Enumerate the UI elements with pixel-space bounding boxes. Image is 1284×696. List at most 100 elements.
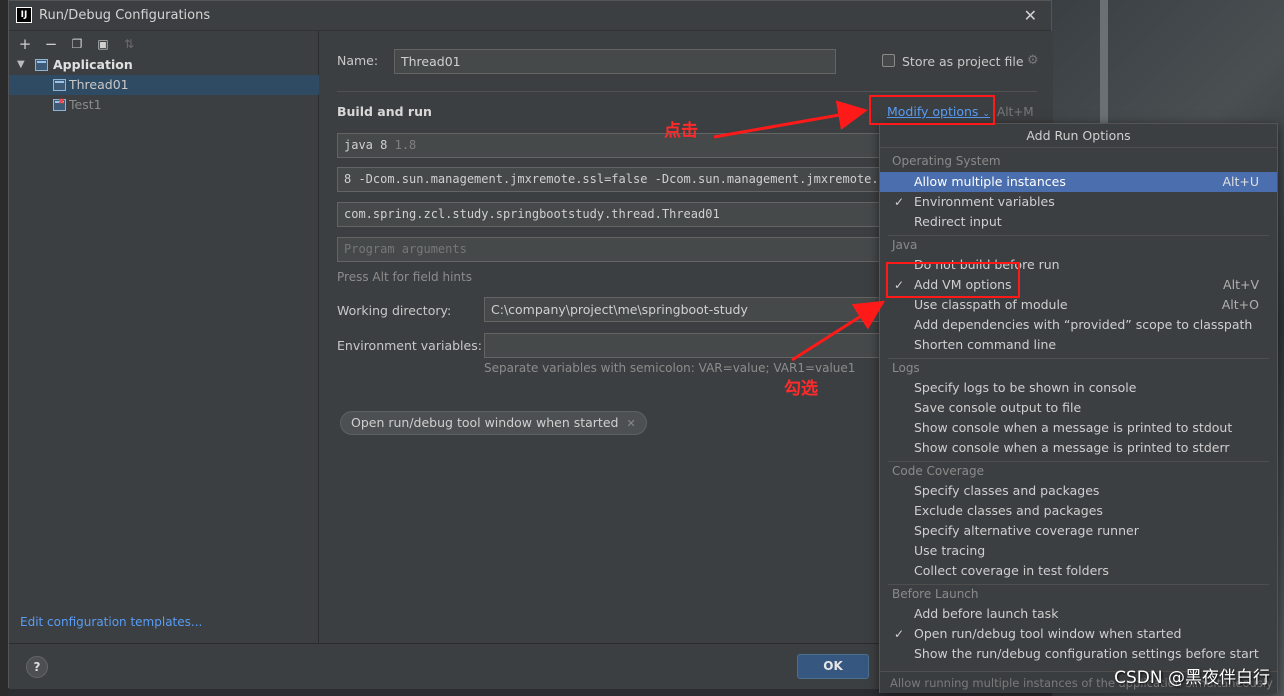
jre-value: java 8 — [344, 138, 388, 152]
option-allow-multiple-instances[interactable]: Allow multiple instances Alt+U — [880, 172, 1277, 192]
close-icon[interactable]: ✕ — [1024, 6, 1037, 25]
option-label: Save console output to file — [914, 400, 1082, 415]
option-label: Show console when a message is printed t… — [914, 420, 1233, 435]
group-code-coverage: Code Coverage — [892, 464, 985, 478]
store-project-label: Store as project file — [902, 54, 1024, 69]
intellij-app-icon: IJ — [16, 7, 32, 23]
tree-item-label: Test1 — [69, 97, 102, 112]
checkmark-icon: ✓ — [894, 627, 905, 641]
option-alternative-runner[interactable]: Specify alternative coverage runner — [880, 521, 1277, 541]
program-arguments-field[interactable]: Program arguments — [337, 237, 897, 262]
option-specify-classes[interactable]: Specify classes and packages — [880, 481, 1277, 501]
option-label: Exclude classes and packages — [914, 503, 1103, 518]
application-icon — [35, 59, 48, 71]
option-add-provided-dependencies[interactable]: Add dependencies with “provided” scope t… — [880, 315, 1277, 335]
ok-button[interactable]: OK — [797, 654, 869, 679]
environment-variables-field[interactable] — [484, 333, 897, 358]
option-specify-logs[interactable]: Specify logs to be shown in console — [880, 378, 1277, 398]
option-show-console-stderr[interactable]: Show console when a message is printed t… — [880, 438, 1277, 458]
sidebar-toolbar: + − ❐ ▣ ⇅ — [15, 33, 139, 55]
copy-icon[interactable]: ❐ — [67, 34, 87, 54]
option-label: Environment variables — [914, 194, 1055, 209]
group-java: Java — [892, 238, 918, 252]
build-run-heading: Build and run — [337, 104, 432, 119]
annotation-box-vm-options — [886, 262, 1020, 298]
chip-label: Open run/debug tool window when started — [351, 415, 619, 430]
edit-templates-link[interactable]: Edit configuration templates... — [20, 615, 202, 629]
tree-item-application[interactable]: ▼ Application — [9, 55, 319, 75]
option-shorten-command-line[interactable]: Shorten command line — [880, 335, 1277, 355]
option-shortcut: Alt+U — [1222, 174, 1259, 189]
option-label: Specify logs to be shown in console — [914, 380, 1137, 395]
option-label: Collect coverage in test folders — [914, 563, 1109, 578]
window-title: Run/Debug Configurations — [39, 8, 211, 23]
option-chip-open-tool-window[interactable]: Open run/debug tool window when started ✕ — [340, 411, 647, 435]
option-label: Use classpath of module — [914, 297, 1068, 312]
option-label: Add dependencies with “provided” scope t… — [914, 317, 1253, 332]
option-shortcut: Alt+O — [1221, 297, 1259, 312]
name-field[interactable]: Thread01 — [394, 49, 836, 74]
annotation-check-label: 勾选 — [784, 379, 818, 399]
option-label: Redirect input — [914, 214, 1002, 229]
option-redirect-input[interactable]: Redirect input — [880, 212, 1277, 232]
chevron-down-icon[interactable]: ▼ — [17, 55, 25, 75]
divider — [888, 235, 1269, 236]
option-open-tool-window[interactable]: ✓ Open run/debug tool window when starte… — [880, 624, 1277, 644]
application-config-icon — [53, 79, 66, 91]
group-operating-system: Operating System — [892, 154, 1001, 168]
option-label: Specify alternative coverage runner — [914, 523, 1139, 538]
help-button[interactable]: ? — [26, 656, 48, 678]
option-collect-coverage-tests[interactable]: Collect coverage in test folders — [880, 561, 1277, 581]
option-label: Add before launch task — [914, 606, 1059, 621]
main-class-field[interactable]: com.spring.zcl.study.springbootstudy.thr… — [337, 202, 897, 227]
background-editor-gutter — [0, 0, 8, 696]
jre-field[interactable]: java 8 1.8 — [337, 133, 897, 158]
add-run-options-popup: Add Run Options Operating System Allow m… — [879, 123, 1278, 693]
annotation-click-label: 点击 — [664, 121, 698, 141]
option-show-settings-before-start[interactable]: Show the run/debug configuration setting… — [880, 644, 1277, 664]
option-label: Shorten command line — [914, 337, 1057, 352]
sort-icon[interactable]: ⇅ — [119, 34, 139, 54]
option-add-before-launch-task[interactable]: Add before launch task — [880, 604, 1277, 624]
option-show-console-stdout[interactable]: Show console when a message is printed t… — [880, 418, 1277, 438]
tree-item-test1[interactable]: Test1 — [9, 92, 319, 115]
group-before-launch: Before Launch — [892, 587, 979, 601]
option-label: Show the run/debug configuration setting… — [914, 646, 1259, 661]
environment-variables-label: Environment variables: — [337, 338, 482, 353]
option-label: Allow multiple instances — [914, 174, 1066, 189]
environment-variables-hint: Separate variables with semicolon: VAR=v… — [484, 361, 856, 375]
tree-item-label: Thread01 — [69, 77, 129, 92]
option-use-classpath-of-module[interactable]: Use classpath of module Alt+O — [880, 295, 1277, 315]
option-label: Open run/debug tool window when started — [914, 626, 1182, 641]
divider — [888, 461, 1269, 462]
divider — [337, 91, 1037, 92]
configuration-sidebar: + − ❐ ▣ ⇅ ▼ Application Thread01 Test1 E… — [9, 31, 319, 643]
option-environment-variables[interactable]: ✓ Environment variables — [880, 192, 1277, 212]
tree-item-thread01[interactable]: Thread01 — [9, 75, 319, 95]
working-directory-field[interactable]: C:\company\project\me\springboot-study — [484, 297, 897, 322]
field-hints-text: Press Alt for field hints — [337, 270, 472, 284]
error-config-icon — [53, 92, 66, 112]
option-save-console-output[interactable]: Save console output to file — [880, 398, 1277, 418]
vm-options-field[interactable]: 8 -Dcom.sun.management.jmxremote.ssl=fal… — [337, 167, 897, 192]
remove-chip-icon[interactable]: ✕ — [626, 417, 635, 430]
modify-options-shortcut: Alt+M — [997, 105, 1034, 119]
name-label: Name: — [337, 53, 379, 68]
jre-version: 1.8 — [394, 138, 417, 152]
option-exclude-classes[interactable]: Exclude classes and packages — [880, 501, 1277, 521]
popup-title: Add Run Options — [880, 124, 1277, 148]
divider — [888, 584, 1269, 585]
remove-icon[interactable]: − — [41, 34, 61, 54]
gear-icon[interactable]: ⚙ — [1027, 53, 1039, 68]
checkmark-icon: ✓ — [894, 195, 905, 209]
option-label: Specify classes and packages — [914, 483, 1100, 498]
option-use-tracing[interactable]: Use tracing — [880, 541, 1277, 561]
group-logs: Logs — [892, 361, 920, 375]
annotation-box-modify-options — [869, 95, 995, 125]
folder-icon[interactable]: ▣ — [93, 34, 113, 54]
add-icon[interactable]: + — [15, 34, 35, 54]
configuration-tree: ▼ Application Thread01 Test1 — [9, 55, 319, 115]
option-label: Show console when a message is printed t… — [914, 440, 1230, 455]
csdn-watermark: CSDN @黑夜伴白行 — [1114, 668, 1270, 688]
store-project-checkbox[interactable] — [882, 54, 895, 67]
